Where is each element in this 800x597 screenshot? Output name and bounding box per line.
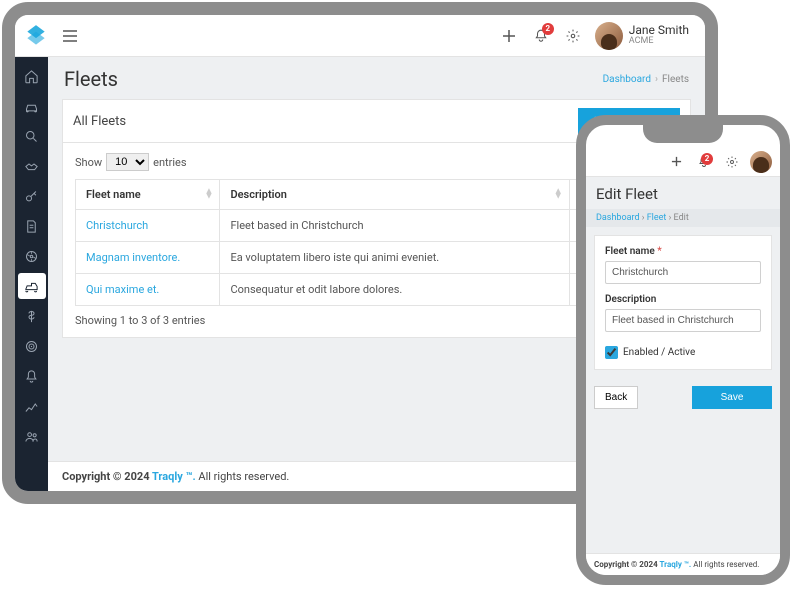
menu-toggle[interactable]: [55, 26, 85, 46]
sidebar: [15, 57, 48, 491]
fleet-link[interactable]: Christchurch: [86, 219, 148, 232]
breadcrumb-current: Fleets: [662, 74, 689, 85]
phone-header: 2: [586, 147, 780, 177]
enabled-checkbox-row[interactable]: Enabled / Active: [605, 346, 761, 359]
enabled-checkbox[interactable]: [605, 346, 618, 359]
phone-add-icon[interactable]: [666, 152, 686, 172]
notifications-icon[interactable]: 2: [527, 22, 555, 50]
phone-bc-current: Edit: [674, 213, 689, 223]
nav-search-icon[interactable]: [18, 123, 46, 149]
fleet-desc: Fleet based in Christchurch: [220, 210, 569, 242]
nav-vehicle-icon[interactable]: [18, 93, 46, 119]
breadcrumb: Dashboard›Fleets: [603, 74, 689, 85]
nav-handshake-icon[interactable]: [18, 153, 46, 179]
back-button[interactable]: Back: [594, 386, 638, 409]
col-name[interactable]: Fleet name▲▼: [76, 180, 220, 210]
user-avatar[interactable]: [595, 22, 623, 50]
phone-notch: [643, 125, 723, 143]
show-prefix: Show: [75, 156, 102, 169]
add-icon[interactable]: [495, 22, 523, 50]
card-title: All Fleets: [73, 114, 126, 129]
edit-fleet-form: Fleet name * Description Enabled / Activ…: [594, 235, 772, 370]
page-title: Fleets: [64, 67, 118, 91]
phone-settings-icon[interactable]: [722, 152, 742, 172]
nav-target-icon[interactable]: [18, 333, 46, 359]
user-info[interactable]: Jane Smith ACME: [629, 24, 689, 47]
breadcrumb-root[interactable]: Dashboard: [603, 74, 651, 85]
show-suffix: entries: [153, 156, 186, 169]
fleet-desc: Ea voluptatem libero iste qui animi even…: [220, 242, 569, 274]
app-logo: [23, 23, 49, 49]
fleet-link[interactable]: Magnam inventore.: [86, 251, 180, 264]
fleet-name-input[interactable]: [605, 261, 761, 284]
user-org: ACME: [629, 37, 689, 47]
nav-home-icon[interactable]: [18, 63, 46, 89]
footer-brand-link[interactable]: Traqly ™.: [152, 470, 196, 483]
phone-notifications-icon[interactable]: 2: [694, 152, 714, 172]
phone-bc-root[interactable]: Dashboard: [596, 213, 640, 223]
fleet-desc-label: Description: [605, 294, 761, 305]
phone-footer: Copyright © 2024 Traqly ™. All rights re…: [586, 553, 780, 575]
app-header: 2 Jane Smith ACME: [15, 15, 705, 57]
nav-wheel-icon[interactable]: [18, 243, 46, 269]
nav-document-icon[interactable]: [18, 213, 46, 239]
settings-icon[interactable]: [559, 22, 587, 50]
phone-bc-mid[interactable]: Fleet: [647, 213, 667, 223]
nav-key-icon[interactable]: [18, 183, 46, 209]
notification-badge: 2: [542, 23, 554, 35]
page-size-select[interactable]: 10: [106, 153, 149, 171]
phone-notification-badge: 2: [701, 153, 713, 165]
phone-device: 2 Edit Fleet Dashboard › Fleet › Edit Fl…: [576, 115, 790, 585]
save-button[interactable]: Save: [692, 386, 772, 409]
fleet-name-label: Fleet name *: [605, 246, 761, 257]
nav-bell-icon[interactable]: [18, 363, 46, 389]
nav-dollar-icon[interactable]: [18, 303, 46, 329]
phone-avatar[interactable]: [750, 151, 772, 173]
nav-chart-icon[interactable]: [18, 393, 46, 419]
phone-page-title: Edit Fleet: [586, 177, 780, 209]
fleet-desc: Consequatur et odit labore dolores.: [220, 274, 569, 306]
fleet-desc-input[interactable]: [605, 309, 761, 332]
fleet-link[interactable]: Qui maxime et.: [86, 283, 159, 296]
phone-breadcrumb: Dashboard › Fleet › Edit: [586, 209, 780, 227]
nav-users-icon[interactable]: [18, 423, 46, 449]
col-desc[interactable]: Description▲▼: [220, 180, 569, 210]
phone-footer-brand-link[interactable]: Traqly ™.: [659, 560, 691, 569]
nav-fleets-icon[interactable]: [18, 273, 46, 299]
